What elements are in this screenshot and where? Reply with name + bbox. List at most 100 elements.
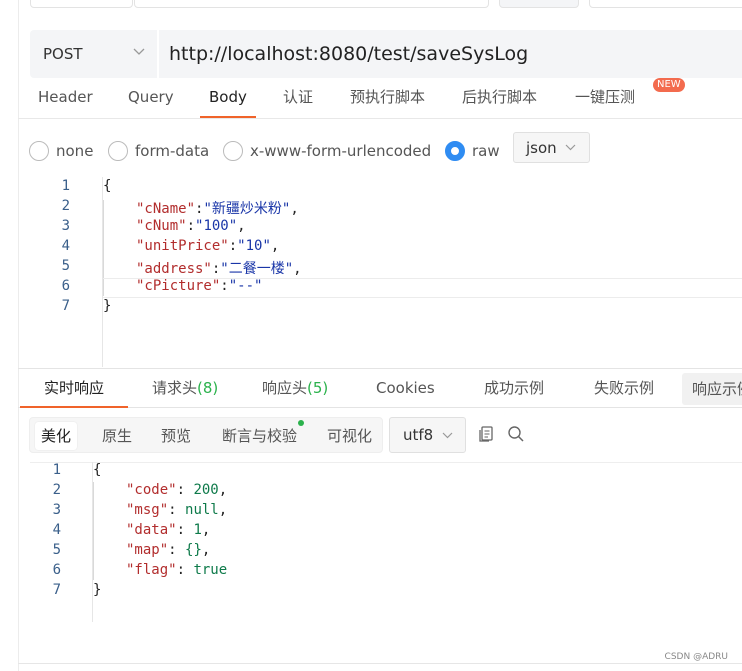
code-brace: { <box>93 462 102 478</box>
radio-circle <box>29 141 49 161</box>
tab-label: 响应头 <box>262 379 308 397</box>
tab-label: 实时响应 <box>44 379 105 397</box>
tab-count: (5) <box>307 379 329 397</box>
code-brace: { <box>103 178 112 194</box>
tab-response-example[interactable]: 响应示例 <box>682 373 742 405</box>
tab-label: 失败示例 <box>594 379 655 397</box>
method-divider <box>157 30 159 78</box>
request-tabs: Header Query Body 认证 预执行脚本 后执行脚本 一键压测 <box>18 84 742 119</box>
json-comma: , <box>293 261 302 277</box>
line-number: 2 <box>61 198 70 214</box>
watermark: CSDN @ADRU <box>664 652 728 662</box>
json-key: "cName" <box>136 201 196 217</box>
tab-query[interactable]: Query <box>128 84 174 118</box>
tab-auth[interactable]: 认证 <box>283 84 313 118</box>
line-number: 7 <box>52 582 61 598</box>
json-value: "新疆炒米粉" <box>203 201 291 217</box>
url-bar: POST http://localhost:8080/test/saveSysL… <box>30 30 742 78</box>
radio-label: none <box>56 142 94 160</box>
line-number: 2 <box>52 482 61 498</box>
tab-label: 请求头 <box>152 379 198 397</box>
view-preview[interactable]: 预览 <box>155 422 197 450</box>
json-separator: : <box>220 278 229 294</box>
tab-stress-test[interactable]: 一键压测 <box>575 84 635 118</box>
view-mode-group: 美化 原生 预览 断言与校验 可视化 <box>29 417 383 453</box>
tab-cookies[interactable]: Cookies <box>376 369 435 408</box>
tab-response-headers[interactable]: 响应头(5) <box>262 369 328 408</box>
json-value: "--" <box>228 278 263 294</box>
method-select[interactable]: POST <box>30 30 157 78</box>
json-comma: , <box>270 238 280 254</box>
line-number: 4 <box>61 238 70 254</box>
line-number: 3 <box>52 502 61 518</box>
tab-body[interactable]: Body <box>200 84 256 118</box>
encoding-label: utf8 <box>403 426 434 444</box>
json-separator: : <box>176 562 194 578</box>
radio-none[interactable]: none <box>29 140 93 162</box>
radio-label: raw <box>472 142 500 160</box>
json-value: "10" <box>237 238 271 254</box>
radio-label: form-data <box>135 142 210 160</box>
tab-request-headers[interactable]: 请求头(8) <box>152 369 218 408</box>
radio-circle <box>108 141 128 161</box>
code-brace: } <box>93 582 102 598</box>
top-field-middle[interactable] <box>134 0 489 8</box>
divider <box>30 462 742 463</box>
indent-guide <box>93 482 94 580</box>
code-line: } <box>93 582 101 598</box>
json-comma: , <box>201 542 211 558</box>
json-comma: , <box>218 482 228 498</box>
json-comma: , <box>290 201 299 217</box>
tab-live-response[interactable]: 实时响应 <box>19 369 129 408</box>
radio-circle-checked <box>445 141 465 161</box>
json-separator: : <box>228 238 238 254</box>
json-key: "msg" <box>126 502 169 518</box>
line-number: 6 <box>52 562 61 578</box>
json-key: "code" <box>126 482 177 498</box>
tab-label: 成功示例 <box>484 379 545 397</box>
line-number: 7 <box>61 298 70 314</box>
top-field-left[interactable] <box>30 0 133 8</box>
tab-header[interactable]: Header <box>38 84 93 118</box>
code-brace: } <box>103 298 112 314</box>
line-number: 5 <box>61 258 70 274</box>
tab-label: Cookies <box>376 379 435 397</box>
json-key: "unitPrice" <box>136 238 229 254</box>
code-line: "data": 1, <box>126 522 210 538</box>
radio-label: x-www-form-urlencoded <box>250 142 432 160</box>
search-icon[interactable] <box>507 425 525 443</box>
line-number: 1 <box>52 462 61 478</box>
tab-success-example[interactable]: 成功示例 <box>484 369 544 408</box>
top-button[interactable] <box>499 0 579 8</box>
tab-pre-script[interactable]: 预执行脚本 <box>350 84 425 118</box>
code-line: "msg": null, <box>126 502 227 518</box>
json-value: "二餐一楼" <box>220 261 294 277</box>
copy-icon[interactable] <box>478 425 496 443</box>
tab-label: 响应示例 <box>692 380 742 398</box>
encoding-select[interactable]: utf8 <box>389 417 466 453</box>
json-value: "100" <box>195 218 238 234</box>
tab-post-script[interactable]: 后执行脚本 <box>462 84 537 118</box>
tab-failure-example[interactable]: 失败示例 <box>594 369 654 408</box>
format-select[interactable]: json <box>513 132 590 163</box>
json-value: true <box>193 562 228 578</box>
view-raw[interactable]: 原生 <box>96 422 138 450</box>
radio-circle <box>223 141 243 161</box>
radio-raw[interactable]: raw <box>445 140 500 162</box>
divider <box>18 663 742 664</box>
line-number: 5 <box>52 542 61 558</box>
json-key: "flag" <box>126 562 177 578</box>
json-key: "map" <box>126 542 169 558</box>
json-key: "data" <box>126 522 177 538</box>
url-input[interactable]: http://localhost:8080/test/saveSysLog <box>169 30 528 78</box>
radio-urlencoded[interactable]: x-www-form-urlencoded <box>223 140 431 162</box>
view-visualize[interactable]: 可视化 <box>321 422 378 450</box>
top-field-right[interactable] <box>589 0 742 8</box>
json-key: "cPicture" <box>136 278 221 294</box>
json-value: null <box>185 502 219 518</box>
view-assertions[interactable]: 断言与校验 <box>216 422 303 450</box>
chevron-down-icon <box>442 432 453 438</box>
radio-form-data[interactable]: form-data <box>108 140 209 162</box>
code-line: "cName":"新疆炒米粉", <box>136 198 299 218</box>
view-pretty[interactable]: 美化 <box>35 422 78 450</box>
